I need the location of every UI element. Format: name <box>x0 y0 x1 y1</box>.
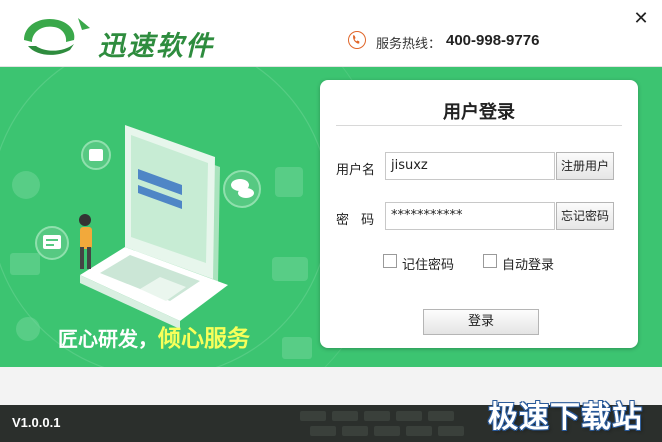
forgot-password-button[interactable]: 忘记密码 <box>556 202 614 230</box>
auto-login-checkbox[interactable] <box>483 254 497 268</box>
login-panel: 用户登录 用户名 jisuxz 注册用户 密 码 *********** 忘记密… <box>320 80 638 348</box>
version-label: V1.0.0.1 <box>12 415 61 430</box>
close-icon[interactable]: ✕ <box>630 8 652 30</box>
header: IP 迅速软件 服务热线： 400-998-9776 ✕ <box>0 0 662 67</box>
slogan-highlight: 倾心服务 <box>158 326 250 352</box>
phone-icon <box>348 31 366 49</box>
svg-text:IP: IP <box>40 29 60 50</box>
hotline-number: 400-998-9776 <box>446 32 540 49</box>
login-button[interactable]: 登录 <box>423 309 539 335</box>
slogan-plain: 匠心研发， <box>58 327 158 351</box>
hotline-label: 服务热线： <box>376 37 442 52</box>
slogan: 匠心研发，倾心服务 <box>58 319 250 353</box>
watermark: 极速下载站 <box>488 400 643 435</box>
password-label: 密 码 <box>336 213 379 228</box>
login-divider <box>336 125 622 126</box>
logo-mark: IP <box>24 18 90 55</box>
password-input[interactable]: *********** <box>385 202 555 230</box>
login-title: 用户登录 <box>443 102 515 123</box>
username-label: 用户名 <box>336 163 376 178</box>
register-button[interactable]: 注册用户 <box>556 152 614 180</box>
auto-login-label[interactable]: 自动登录 <box>502 254 554 273</box>
remember-password-checkbox[interactable] <box>383 254 397 268</box>
brand-name: 迅速软件 <box>98 31 214 62</box>
remember-password-label[interactable]: 记住密码 <box>402 254 454 273</box>
username-input[interactable]: jisuxz <box>385 152 555 180</box>
